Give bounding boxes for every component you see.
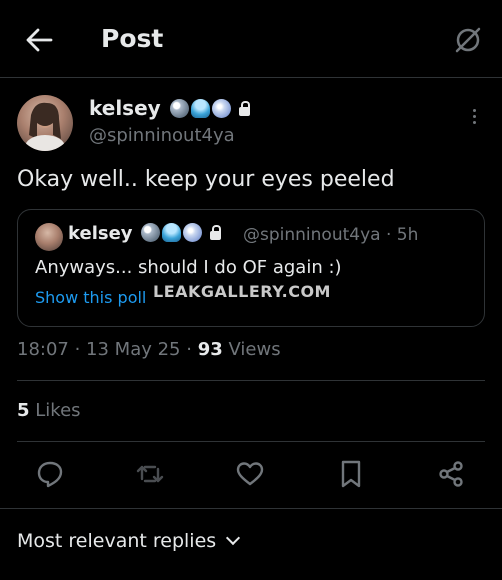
likes-label: Likes [35,400,81,421]
grok-icon[interactable] [452,24,484,56]
author-name[interactable]: kelsey [89,96,161,120]
jellyfish-emoji-icon [190,99,210,118]
share-icon[interactable] [435,458,467,490]
like-icon[interactable] [234,458,266,490]
quote-author-name: kelsey [68,223,133,244]
avatar[interactable] [17,95,73,151]
show-poll-link[interactable]: Show this poll [35,288,146,307]
quote-text: Anyways... should I do OF again :) [35,257,342,278]
views-label: Views [228,339,281,360]
bubbles-emoji-icon [169,99,189,118]
lock-icon [209,225,221,240]
divider [0,508,502,509]
timestamp: 18:07 · 13 May 25 · [17,339,192,360]
reply-icon[interactable] [34,458,66,490]
post-meta: 18:07 · 13 May 25 · 93 Views [17,339,281,360]
likes-count: 5 [17,400,30,421]
quote-avatar [35,223,63,251]
lock-icon [238,101,250,116]
chevron-down-icon [226,530,241,546]
more-options-icon[interactable] [466,106,482,130]
bookmark-icon[interactable] [335,458,367,490]
replies-sort-label: Most relevant replies [17,530,217,552]
author-name-row[interactable]: kelsey [89,96,250,120]
top-bar [0,0,502,78]
author-handle[interactable]: @spinninout4ya [89,125,235,146]
quote-handle-time: @spinninout4ya · 5h [243,225,419,245]
divider [17,441,485,442]
watermark: LEAKGALLERY.COM [153,282,331,301]
post-text: Okay well.. keep your eyes peeled [17,167,395,192]
jellyfish-emoji-icon [161,223,181,242]
replies-sort-button[interactable]: Most relevant replies [17,530,241,552]
page-title: Post [101,24,164,53]
repost-icon[interactable] [134,458,166,490]
likes-row[interactable]: 5 Likes [17,400,81,421]
quote-author-row: kelsey [68,223,221,244]
bubbles-emoji-icon [140,223,160,242]
divider [17,380,485,381]
views-count: 93 [197,339,223,360]
mirror-ball-emoji-icon [182,223,202,242]
mirror-ball-emoji-icon [211,99,231,118]
arrow-left-icon[interactable] [24,26,54,54]
avatar-image [25,102,65,151]
